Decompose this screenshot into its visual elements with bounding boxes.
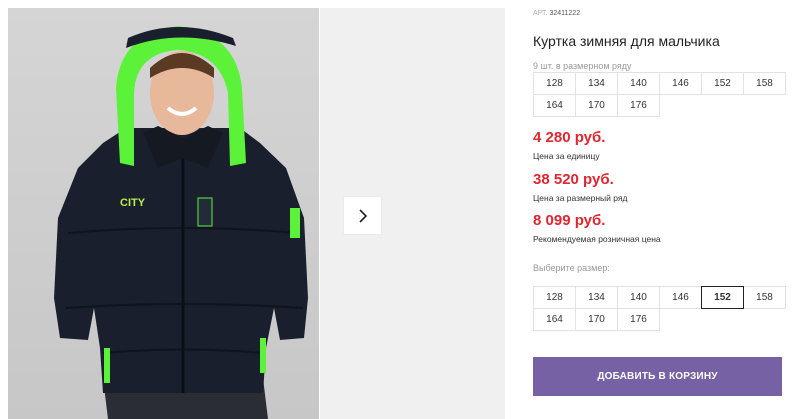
size-picker: 128 134 140 146 152 158 164 170 176 (533, 286, 786, 331)
size-option-selected[interactable]: 152 (701, 286, 744, 309)
article-label: АРТ. (533, 10, 548, 17)
unit-price-label: Цена за единицу (533, 151, 600, 161)
size-row-cell: 176 (617, 94, 660, 117)
jacket-illustration: CITY (54, 26, 308, 419)
row-price: 38 520 руб. (533, 171, 614, 188)
size-row-note: 9 шт. в размерном ряду (533, 61, 632, 71)
unit-price: 4 280 руб. (533, 129, 606, 146)
article-value: 32411222 (549, 10, 581, 17)
next-slide-button[interactable] (344, 197, 381, 234)
article-number: АРТ. 32411222 (533, 10, 580, 17)
row-price-label: Цена за размерный ряд (533, 193, 628, 203)
size-row-cell: 128 (533, 72, 576, 95)
size-row-cell: 158 (743, 72, 786, 95)
size-option[interactable]: 146 (659, 286, 702, 309)
size-row-cell: 152 (701, 72, 744, 95)
size-row-grid: 128 134 140 146 152 158 164 170 176 (533, 72, 786, 117)
jacket-print: CITY (120, 197, 146, 209)
add-to-cart-button[interactable]: ДОБАВИТЬ В КОРЗИНУ (533, 357, 782, 396)
size-row-cell: 134 (575, 72, 618, 95)
product-gallery: CITY (0, 0, 505, 419)
product-photo[interactable]: CITY (8, 8, 319, 419)
size-option[interactable]: 140 (617, 286, 660, 309)
size-option[interactable]: 128 (533, 286, 576, 309)
retail-price-label: Рекомендуемая розничная цена (533, 234, 661, 244)
size-option[interactable]: 170 (575, 308, 618, 331)
retail-price: 8 099 руб. (533, 212, 606, 229)
size-row-cell: 164 (533, 94, 576, 117)
size-option[interactable]: 176 (617, 308, 660, 331)
size-row-cell: 146 (659, 72, 702, 95)
size-option[interactable]: 158 (743, 286, 786, 309)
size-row-cell: 170 (575, 94, 618, 117)
chevron-right-icon (358, 208, 367, 223)
product-info: АРТ. 32411222 Куртка зимняя для мальчика … (533, 0, 800, 419)
size-option[interactable]: 164 (533, 308, 576, 331)
size-picker-label: Выберите размер: (533, 263, 610, 273)
size-row-cell: 140 (617, 72, 660, 95)
product-title: Куртка зимняя для мальчика (533, 33, 720, 49)
size-option[interactable]: 134 (575, 286, 618, 309)
